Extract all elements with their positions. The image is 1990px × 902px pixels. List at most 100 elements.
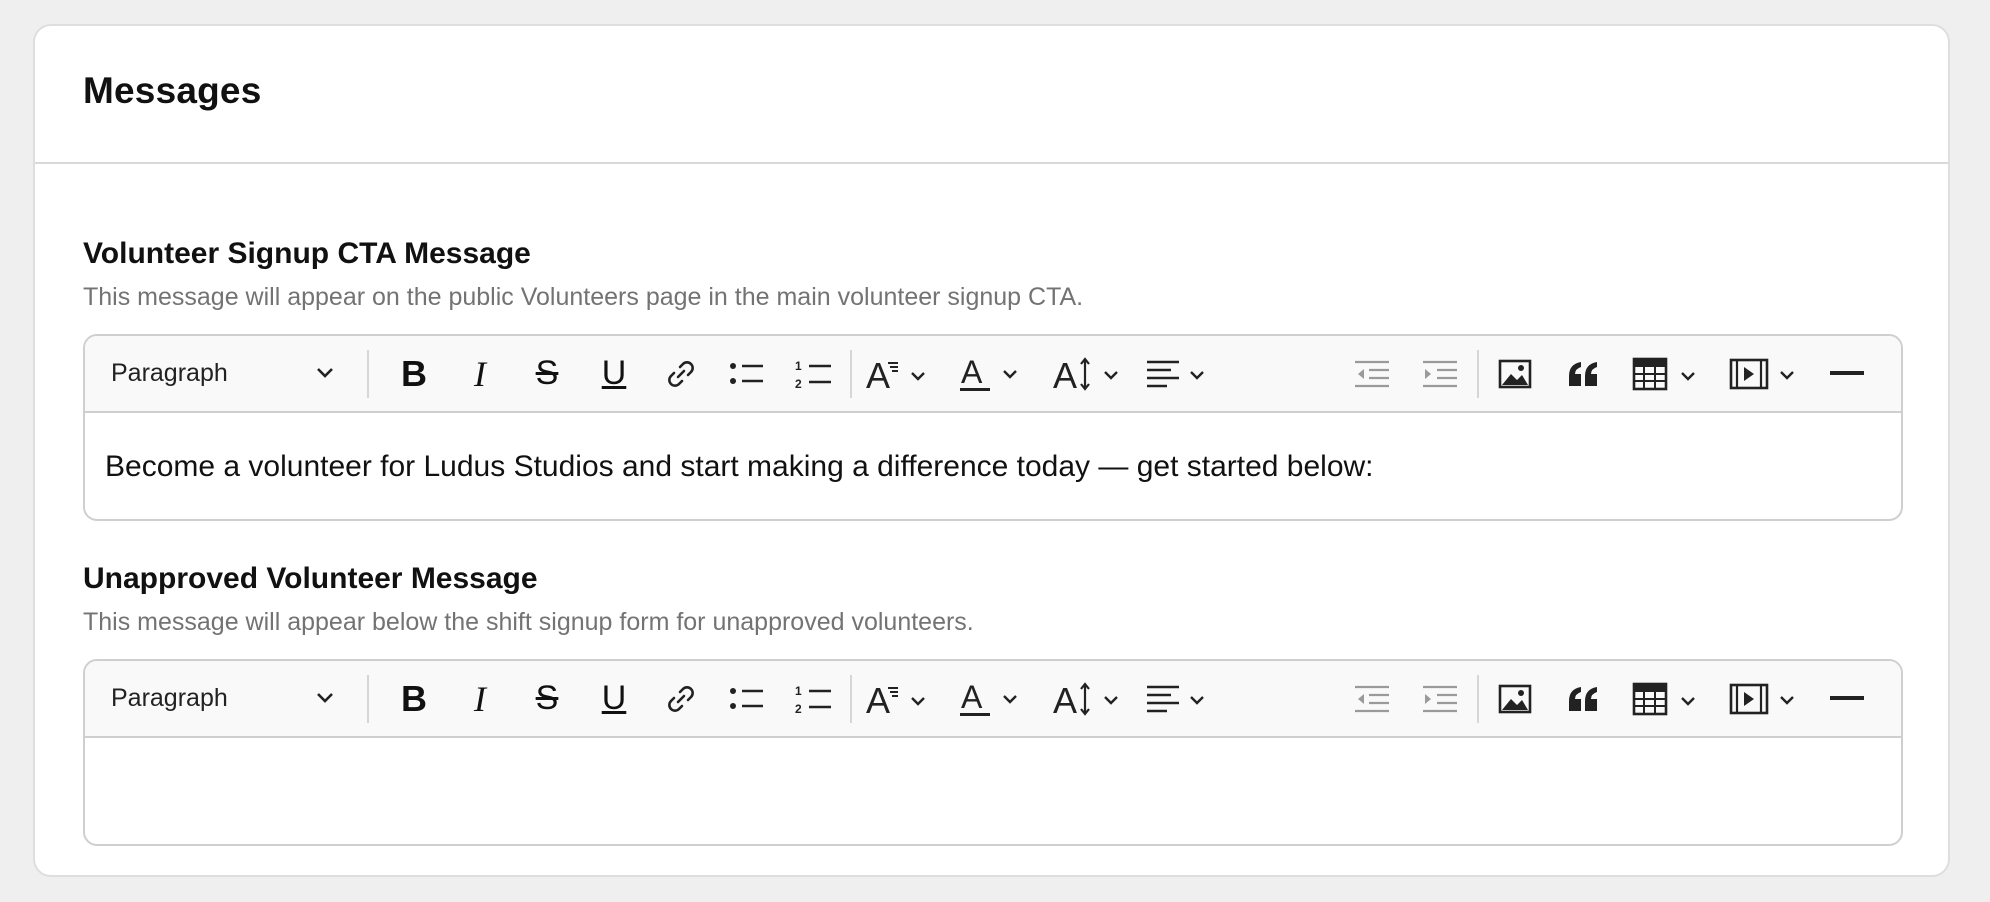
line-height-icon: A: [1053, 356, 1118, 392]
align-button[interactable]: [1142, 661, 1214, 736]
line-height-button[interactable]: A: [1051, 661, 1127, 736]
svg-text:A: A: [961, 680, 983, 715]
svg-text:A: A: [866, 682, 890, 716]
svg-text:2: 2: [795, 702, 802, 715]
indent-icon: [1423, 685, 1457, 712]
text-color-icon: A: [960, 355, 1017, 391]
text-color-button[interactable]: A: [955, 336, 1027, 411]
field-description: This message will appear on the public V…: [83, 283, 1084, 311]
outdent-button[interactable]: [1347, 661, 1397, 736]
font-size-button[interactable]: A: [863, 336, 935, 411]
toolbar-separator: [850, 350, 852, 398]
underline-button[interactable]: U: [589, 336, 639, 411]
media-button[interactable]: [1727, 661, 1803, 736]
block-format-label: Paragraph: [111, 683, 228, 712]
field-title: Unapproved Volunteer Message: [83, 562, 538, 595]
blockquote-button[interactable]: [1559, 661, 1609, 736]
bullet-list-icon: [730, 362, 763, 384]
link-button[interactable]: [656, 336, 706, 411]
table-button[interactable]: [1630, 661, 1706, 736]
field-volunteer-signup-cta: Volunteer Signup CTA Message This messag…: [83, 236, 1903, 521]
italic-button[interactable]: I: [455, 661, 505, 736]
image-icon: [1498, 684, 1532, 713]
text-color-icon: A: [960, 680, 1017, 716]
media-icon: [1729, 358, 1794, 389]
svg-text:A: A: [961, 355, 983, 390]
bullet-list-icon: [730, 687, 763, 709]
bold-button[interactable]: B: [389, 661, 439, 736]
underline-button[interactable]: U: [589, 661, 639, 736]
underline-icon: U: [601, 354, 627, 392]
insert-image-button[interactable]: [1490, 336, 1540, 411]
bullet-list-button[interactable]: [722, 336, 772, 411]
align-left-icon: [1147, 360, 1204, 387]
editor-content[interactable]: Become a volunteer for Ludus Studios and…: [85, 413, 1901, 519]
indent-icon: [1423, 360, 1457, 387]
text-color-button[interactable]: A: [955, 661, 1027, 736]
link-button[interactable]: [656, 661, 706, 736]
strikethrough-icon: S: [535, 354, 559, 392]
editor-content[interactable]: [85, 738, 1901, 844]
bold-icon: B: [401, 677, 427, 719]
field-description: This message will appear below the shift…: [83, 608, 974, 636]
blockquote-button[interactable]: [1559, 336, 1609, 411]
numbered-list-icon: 12: [795, 684, 831, 715]
insert-image-button[interactable]: [1490, 661, 1540, 736]
messages-card: Messages Volunteer Signup CTA Message Th…: [33, 24, 1950, 877]
table-button[interactable]: [1630, 336, 1706, 411]
bullet-list-button[interactable]: [722, 661, 772, 736]
field-title: Volunteer Signup CTA Message: [83, 237, 531, 270]
numbered-list-icon: 12: [795, 359, 831, 390]
media-button[interactable]: [1727, 336, 1803, 411]
svg-text:1: 1: [795, 359, 802, 373]
italic-icon: I: [474, 678, 486, 719]
svg-text:A: A: [1053, 356, 1077, 392]
svg-text:2: 2: [795, 377, 802, 390]
numbered-list-button[interactable]: 12: [789, 661, 839, 736]
font-size-icon: A: [866, 682, 925, 716]
align-button[interactable]: [1142, 336, 1214, 411]
strikethrough-button[interactable]: S: [522, 661, 572, 736]
card-header: Messages: [35, 26, 1948, 164]
underline-icon: U: [601, 679, 627, 717]
line-height-button[interactable]: A: [1051, 336, 1127, 411]
link-icon: [668, 360, 694, 387]
italic-icon: I: [474, 353, 486, 394]
bold-icon: B: [401, 352, 427, 394]
rich-text-editor: Paragraph B I S U 12 A: [83, 659, 1903, 846]
line-height-icon: A: [1053, 681, 1118, 717]
toolbar-separator: [1477, 675, 1479, 723]
block-format-select[interactable]: Paragraph: [101, 673, 341, 723]
chevron-down-icon: [317, 693, 333, 703]
horizontal-rule-button[interactable]: [1822, 661, 1872, 736]
italic-button[interactable]: I: [455, 336, 505, 411]
rich-text-editor: Paragraph B I S U 12 A: [83, 334, 1903, 521]
chevron-down-icon: [317, 368, 333, 378]
image-icon: [1498, 359, 1532, 388]
card-title: Messages: [83, 70, 262, 111]
outdent-icon: [1355, 360, 1389, 387]
bold-button[interactable]: B: [389, 336, 439, 411]
horizontal-rule-icon: [1830, 370, 1864, 375]
field-unapproved-volunteer: Unapproved Volunteer Message This messag…: [83, 561, 1903, 846]
outdent-button[interactable]: [1347, 336, 1397, 411]
horizontal-rule-button[interactable]: [1822, 336, 1872, 411]
media-icon: [1729, 683, 1794, 714]
block-format-label: Paragraph: [111, 358, 228, 387]
indent-button[interactable]: [1415, 336, 1465, 411]
indent-button[interactable]: [1415, 661, 1465, 736]
blockquote-icon: [1569, 361, 1597, 386]
svg-text:A: A: [866, 357, 890, 391]
strikethrough-button[interactable]: S: [522, 336, 572, 411]
blockquote-icon: [1569, 686, 1597, 711]
font-size-button[interactable]: A: [863, 661, 935, 736]
strikethrough-icon: S: [535, 679, 559, 717]
link-icon: [668, 685, 694, 712]
table-icon: [1632, 357, 1695, 390]
toolbar-separator: [367, 675, 369, 723]
font-size-icon: A: [866, 357, 925, 391]
svg-text:1: 1: [795, 684, 802, 698]
numbered-list-button[interactable]: 12: [789, 336, 839, 411]
toolbar-separator: [1477, 350, 1479, 398]
block-format-select[interactable]: Paragraph: [101, 348, 341, 398]
